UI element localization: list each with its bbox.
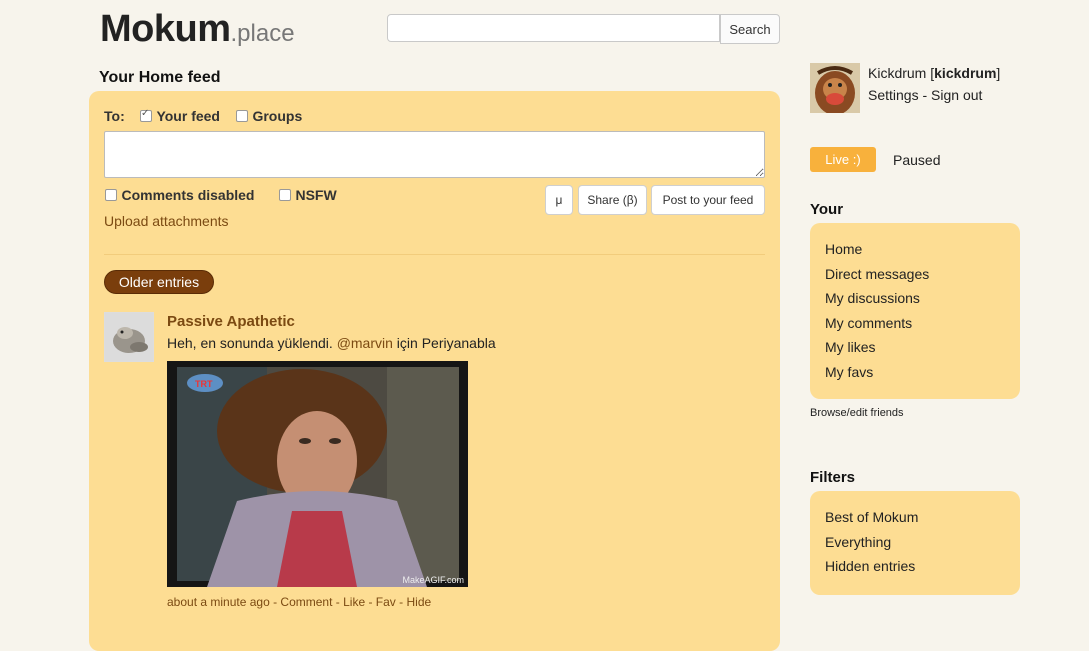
- filters-menu: Best of Mokum Everything Hidden entries: [810, 491, 1020, 595]
- browse-friends-link[interactable]: Browse/edit friends: [810, 407, 904, 419]
- your-menu-list: Home Direct messages My discussions My c…: [825, 239, 929, 386]
- filters-section-title: Filters: [810, 469, 856, 486]
- post-button[interactable]: Post to your feed: [651, 185, 765, 215]
- user-name: Kickdrum [kickdrum]: [868, 65, 1001, 81]
- filter-item-everything[interactable]: Everything: [825, 532, 918, 557]
- menu-item-my-favs[interactable]: My favs: [825, 362, 929, 387]
- gif-watermark: MakeAGIF.com: [402, 575, 464, 585]
- meta-separator: -: [269, 595, 281, 609]
- meta-separator: -: [332, 595, 344, 609]
- comments-disabled-checkbox[interactable]: [105, 188, 117, 201]
- nsfw-label: NSFW: [295, 187, 337, 203]
- comments-disabled-option[interactable]: Comments disabled: [105, 187, 254, 205]
- nsfw-option[interactable]: NSFW: [279, 187, 337, 205]
- upload-attachments-link[interactable]: Upload attachments: [104, 213, 229, 229]
- entry-author-avatar[interactable]: [104, 312, 154, 362]
- search-input[interactable]: [387, 14, 720, 42]
- user-link-separator: -: [918, 87, 932, 103]
- menu-item-my-discussions[interactable]: My discussions: [825, 288, 929, 313]
- comment-link[interactable]: Comment: [280, 595, 332, 609]
- filter-item-hidden-entries[interactable]: Hidden entries: [825, 556, 918, 581]
- divider: [104, 254, 765, 255]
- user-links: Settings - Sign out: [868, 87, 982, 103]
- groups-option[interactable]: Groups: [236, 108, 302, 126]
- meta-separator: -: [365, 595, 376, 609]
- paused-button[interactable]: Paused: [893, 152, 940, 168]
- groups-checkbox[interactable]: [236, 109, 248, 122]
- sign-out-link[interactable]: Sign out: [931, 87, 982, 103]
- menu-item-my-comments[interactable]: My comments: [825, 313, 929, 338]
- nsfw-checkbox[interactable]: [279, 188, 291, 201]
- entry-text-before: Heh, en sonunda yüklendi.: [167, 335, 337, 351]
- entry-body: Heh, en sonunda yüklendi. @marvin için P…: [167, 335, 496, 351]
- to-label: To:: [104, 108, 125, 124]
- comments-disabled-label: Comments disabled: [121, 187, 255, 203]
- like-link[interactable]: Like: [343, 595, 365, 609]
- entry-meta: about a minute ago - Comment - Like - Fa…: [167, 595, 431, 609]
- meta-separator: -: [395, 595, 407, 609]
- svg-text:TRT: TRT: [195, 379, 213, 389]
- entry-gif-image[interactable]: TRT MakeAGIF.com: [167, 361, 468, 587]
- entry-mention-link[interactable]: @marvin: [337, 335, 393, 351]
- your-feed-label: Your feed: [156, 108, 220, 124]
- older-entries-button[interactable]: Older entries: [104, 270, 214, 294]
- your-section-title: Your: [810, 201, 844, 218]
- your-feed-checkbox[interactable]: [140, 108, 152, 122]
- share-button[interactable]: Share (β): [578, 185, 647, 215]
- entry-author[interactable]: Passive Apathetic: [167, 313, 295, 330]
- site-logo[interactable]: Mokum.place: [100, 8, 295, 51]
- fav-link[interactable]: Fav: [376, 595, 396, 609]
- your-feed-option[interactable]: Your feed: [140, 108, 220, 126]
- post-textarea[interactable]: [104, 131, 765, 178]
- menu-item-my-likes[interactable]: My likes: [825, 337, 929, 362]
- entry-text-after: için Periyanabla: [392, 335, 496, 351]
- squirrel-avatar-image: [105, 313, 153, 361]
- filters-menu-list: Best of Mokum Everything Hidden entries: [825, 507, 918, 581]
- filter-item-best-of-mokum[interactable]: Best of Mokum: [825, 507, 918, 532]
- page-title: Your Home feed: [99, 69, 221, 86]
- logo-suffix: .place: [230, 20, 295, 47]
- your-menu: Home Direct messages My discussions My c…: [810, 223, 1020, 399]
- mu-button[interactable]: μ: [545, 185, 573, 215]
- menu-item-direct-messages[interactable]: Direct messages: [825, 264, 929, 289]
- live-button[interactable]: Live :): [810, 147, 876, 172]
- entry-time-link[interactable]: about a minute ago: [167, 595, 270, 609]
- user-avatar[interactable]: [810, 63, 860, 113]
- settings-link[interactable]: Settings: [868, 87, 919, 103]
- logo-main: Mokum: [100, 8, 231, 50]
- menu-item-home[interactable]: Home: [825, 239, 929, 264]
- search-button[interactable]: Search: [720, 14, 780, 44]
- user-avatar-image: [810, 63, 860, 113]
- groups-label: Groups: [252, 108, 303, 124]
- gif-photo: TRT: [167, 361, 468, 587]
- user-display-name[interactable]: Kickdrum: [868, 65, 926, 81]
- hide-link[interactable]: Hide: [406, 595, 431, 609]
- user-username[interactable]: kickdrum: [934, 65, 996, 81]
